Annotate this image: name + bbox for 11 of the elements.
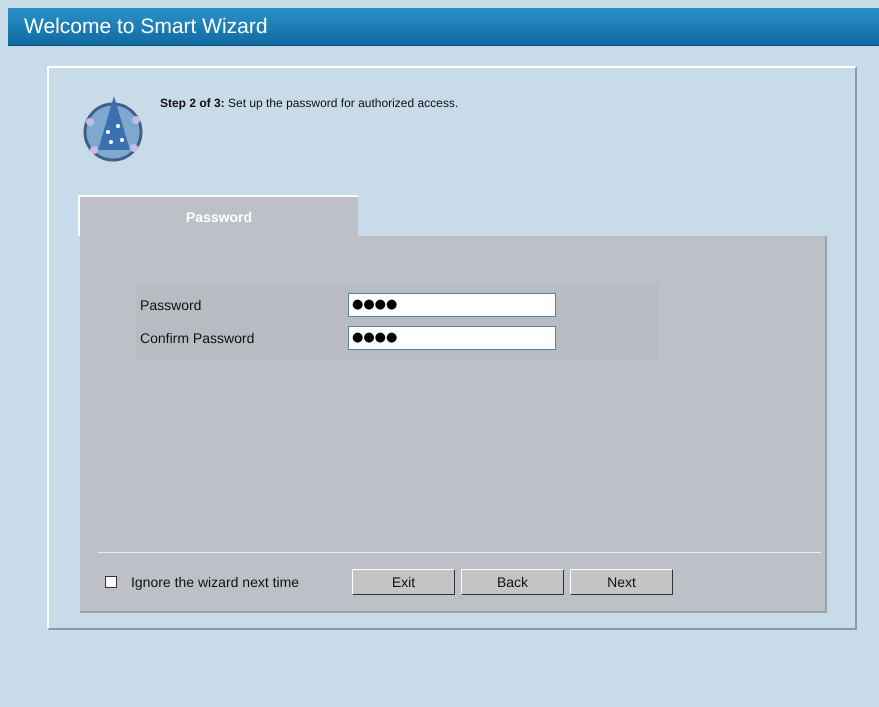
checkbox[interactable] [105, 576, 117, 588]
password-field[interactable]: ●●●● [348, 292, 556, 316]
checkbox-label: Ignore the wizard next time [131, 574, 300, 590]
wizard-button[interactable]: Back [461, 569, 564, 595]
wizard-button[interactable]: Exit [352, 569, 455, 595]
window-title: Welcome to Smart Wizard [24, 14, 268, 38]
wizard-button[interactable]: Next [570, 569, 673, 595]
step-instruction: Step 2 of 3: Set up the password for authorized access. [160, 95, 458, 110]
field-label: Confirm Password [139, 330, 256, 346]
password-field[interactable]: ●●●● [348, 326, 556, 350]
field-label: Password [139, 296, 202, 312]
